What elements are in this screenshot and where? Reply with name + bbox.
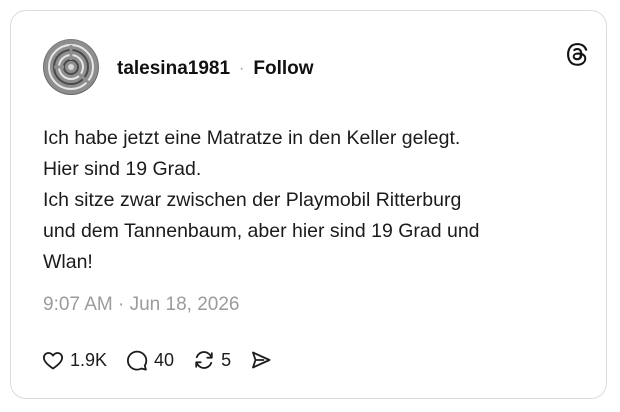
like-button[interactable]: 1.9K [41,348,107,372]
reply-button[interactable]: 40 [125,348,174,372]
post-header: talesina1981 · Follow [117,56,314,82]
repost-button[interactable]: 5 [192,348,231,372]
like-count: 1.9K [70,349,108,370]
post-text-line: und dem Tannenbaum, aber hier sind 19 Gr… [43,220,480,242]
repost-icon [195,351,213,369]
repost-count: 5 [221,349,232,370]
separator-dot: · [239,60,245,77]
post-text-line: Ich habe jetzt eine Matratze in den Kell… [43,127,461,149]
post-card: talesina1981 · Follow Ich habe jetzt ein… [10,10,607,399]
post-body: Ich habe jetzt eine Matratze in den Kell… [43,123,583,278]
post-text-line: Wlan! [43,251,93,273]
threads-logo-icon[interactable] [564,41,590,67]
send-icon [252,351,271,369]
heart-icon [43,352,63,370]
share-button[interactable] [249,348,273,372]
action-bar: 1.9K 40 5 [41,344,291,376]
username[interactable]: talesina1981 [117,58,230,80]
post-timestamp[interactable]: 9:07 AM · Jun 18, 2026 [43,294,239,316]
avatar[interactable] [43,39,99,95]
comment-icon [127,350,148,371]
post-text-line: Hier sind 19 Grad. [43,158,202,180]
follow-button[interactable]: Follow [253,58,313,80]
post-text-line: Ich sitze zwar zwischen der Playmobil Ri… [43,189,462,211]
reply-count: 40 [154,349,175,370]
labyrinth-avatar-icon [44,40,98,94]
